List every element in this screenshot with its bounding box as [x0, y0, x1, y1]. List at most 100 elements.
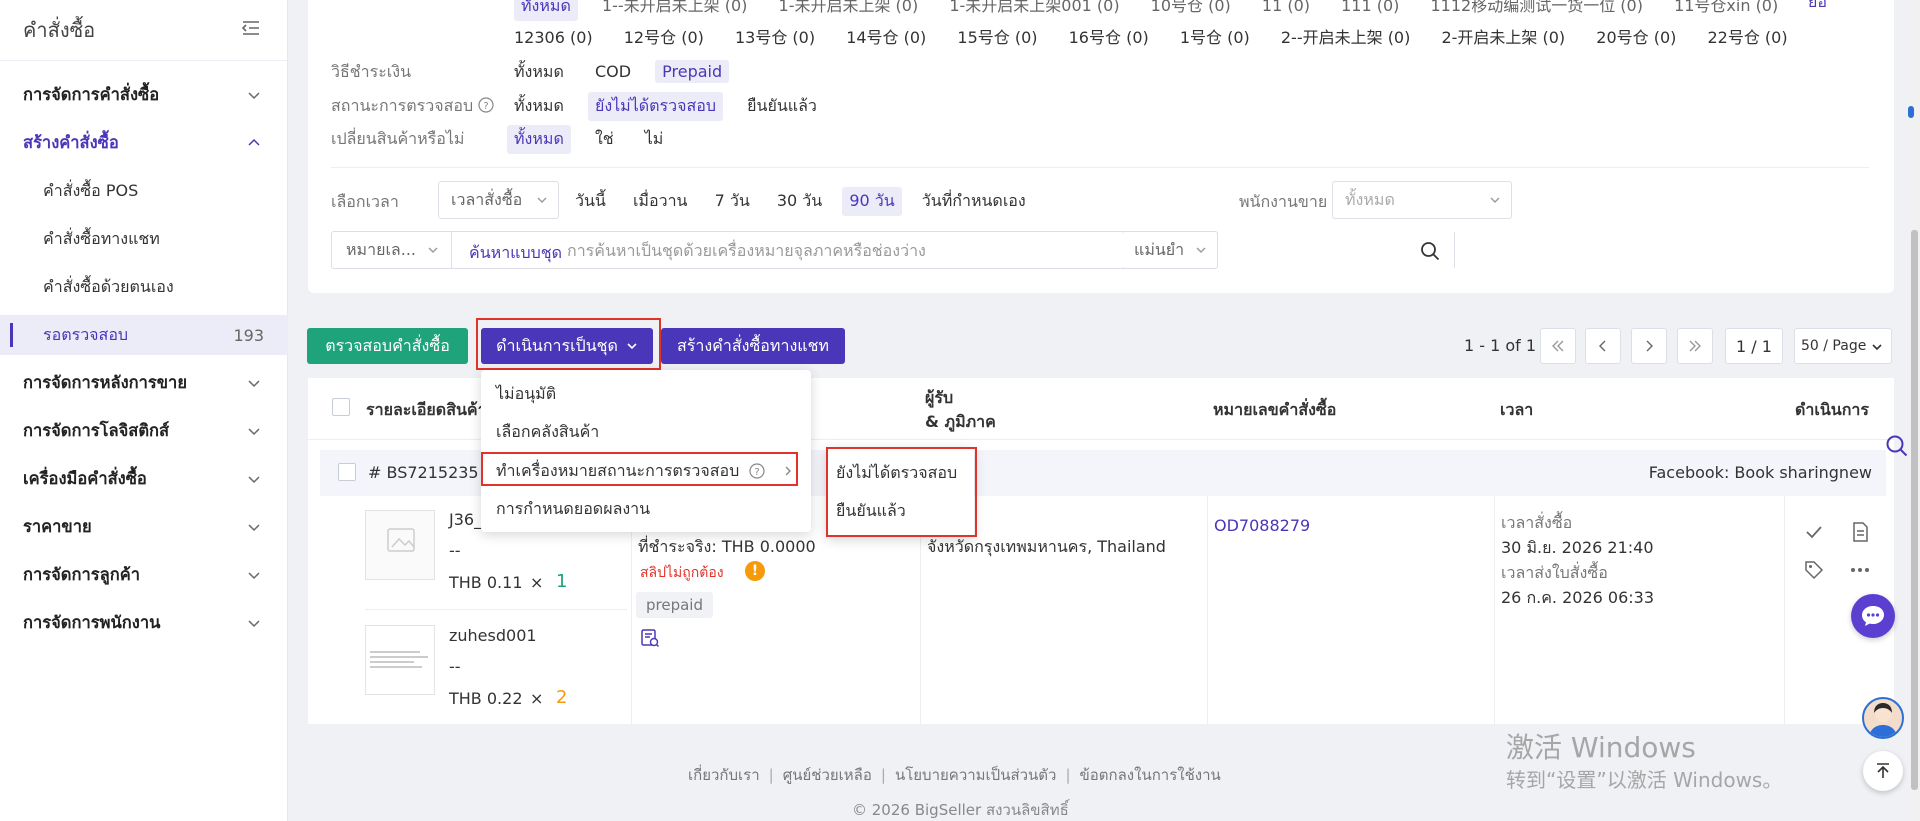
exchange-option-yes[interactable]: ใช่	[588, 125, 621, 154]
check-icon[interactable]	[1803, 521, 1825, 543]
sidebar-group-staff[interactable]: การจัดการพนักงาน	[0, 603, 288, 643]
sidebar-item-chat-order[interactable]: คำสั่งซื้อทางแชท	[0, 219, 288, 259]
sidebar-group-order-tools[interactable]: เครื่องมือคำสั่งซื้อ	[0, 459, 288, 499]
time-option-90-days[interactable]: 90 วัน	[842, 187, 902, 216]
warehouse-option[interactable]: 14号仓 (0)	[839, 22, 933, 50]
support-avatar[interactable]	[1862, 697, 1904, 739]
sidebar-group-label: สร้างคำสั่งซื้อ	[23, 133, 119, 152]
exchange-option-all[interactable]: ทั้งหมด	[507, 125, 571, 154]
warehouse-option[interactable]: 10号仓 (0)	[1144, 0, 1238, 18]
warehouse-option[interactable]: 1-未开启未上架001 (0)	[942, 0, 1126, 18]
prev-page-button[interactable]	[1585, 328, 1621, 364]
order-checkbox[interactable]	[338, 463, 356, 481]
footer-link-privacy[interactable]: นโยบายความเป็นส่วนตัว	[895, 766, 1057, 784]
product-image	[365, 625, 435, 695]
warehouse-option[interactable]: ทั้งหมด	[514, 0, 578, 21]
warehouse-option[interactable]: 15号仓 (0)	[950, 22, 1044, 50]
warehouse-option[interactable]: 12号仓 (0)	[617, 22, 711, 50]
footer-link-about[interactable]: เกี่ยวกับเรา	[688, 766, 760, 784]
time-option-today[interactable]: วันนี้	[568, 187, 613, 216]
warehouse-option[interactable]: 1--未开启未上架 (0)	[595, 0, 754, 18]
warehouse-option[interactable]: 111 (0)	[1334, 0, 1406, 17]
payment-option-prepaid[interactable]: Prepaid	[655, 60, 730, 83]
review-option-all[interactable]: ทั้งหมด	[507, 92, 571, 121]
warehouse-option[interactable]: 13号仓 (0)	[728, 22, 822, 50]
order-id[interactable]: # BS7215235	[368, 463, 479, 482]
payment-slip-icon[interactable]	[640, 628, 660, 648]
warehouse-option[interactable]: 11 (0)	[1255, 0, 1317, 17]
warehouse-option[interactable]: 16号仓 (0)	[1062, 22, 1156, 50]
submenu-item-unreviewed[interactable]: ยังไม่ได้ตรวจสอบ	[826, 454, 974, 492]
warehouse-option[interactable]: 22号仓 (0)	[1700, 22, 1794, 50]
time-option-30-days[interactable]: 30 วัน	[770, 187, 829, 216]
warehouse-option[interactable]: 20号仓 (0)	[1589, 22, 1683, 50]
time-option-yesterday[interactable]: เมื่อวาน	[626, 187, 695, 216]
order-time-value: 30 มิ.ย. 2026 21:40	[1501, 538, 1654, 557]
menu-item-reject[interactable]: ไม่อนุมัติ	[481, 375, 811, 413]
salesperson-select[interactable]: ทั้งหมด	[1332, 181, 1512, 219]
menu-item-select-warehouse[interactable]: เลือกคลังสินค้า	[481, 413, 811, 451]
help-icon[interactable]: ?	[478, 97, 494, 113]
warehouse-option[interactable]: 12306 (0)	[507, 26, 600, 49]
warehouse-option[interactable]: 1-未开启未上架 (0)	[772, 0, 926, 18]
review-option-confirmed[interactable]: ยืนยันแล้ว	[740, 92, 824, 121]
batch-search-mode[interactable]: ค้นหาแบบชุด	[469, 241, 562, 266]
paid-amount: ที่ชำระจริง: THB 0.0000	[638, 537, 816, 556]
sidebar-group-label: การจัดการลูกค้า	[23, 565, 141, 584]
warehouse-option[interactable]: 11号仓xin (0)	[1667, 0, 1785, 18]
windows-watermark-title: 激活 Windows	[1506, 731, 1696, 764]
page-size-select[interactable]: 50 / Page	[1794, 328, 1892, 364]
pending-count-badge: 193	[233, 325, 264, 345]
select-all-checkbox[interactable]	[332, 398, 350, 416]
scrollbar-thumb[interactable]	[1911, 230, 1918, 790]
warehouse-option[interactable]: 2-开启未上架 (0)	[1434, 22, 1572, 50]
document-icon[interactable]	[1849, 521, 1871, 543]
payment-option-cod[interactable]: COD	[588, 60, 638, 83]
sidebar-group-logistics[interactable]: การจัดการโลจิสติกส์	[0, 411, 288, 451]
warehouse-collapse-link[interactable]: ย่อ	[1808, 0, 1827, 15]
search-icon[interactable]	[1420, 241, 1440, 261]
sidebar-item-manual-order[interactable]: คำสั่งซื้อด้วยตนเอง	[0, 267, 288, 307]
exchange-option-no[interactable]: ไม่	[638, 125, 671, 154]
sidebar-group-order-management[interactable]: การจัดการคำสั่งซื้อ	[0, 75, 288, 115]
review-option-unreviewed[interactable]: ยังไม่ได้ตรวจสอบ	[587, 92, 724, 121]
search-icon[interactable]	[1885, 434, 1909, 458]
warehouse-option[interactable]: 1号仓 (0)	[1173, 22, 1257, 50]
footer-link-help[interactable]: ศูนย์ช่วยเหลือ	[783, 766, 872, 784]
sidebar-group-create-order[interactable]: สร้างคำสั่งซื้อ	[0, 123, 288, 163]
order-number-link[interactable]: OD7088279	[1214, 516, 1310, 535]
sidebar-group-after-sales[interactable]: การจัดการหลังการขาย	[0, 363, 288, 403]
create-chat-order-button[interactable]: สร้างคำสั่งซื้อทางแชท	[661, 328, 845, 364]
chat-bubble-button[interactable]	[1851, 594, 1895, 638]
chevron-down-icon	[248, 620, 260, 628]
payment-option-all[interactable]: ทั้งหมด	[507, 58, 571, 87]
menu-item-assign-performance[interactable]: การกำหนดยอดผลงาน	[481, 490, 811, 528]
menu-item-mark-review-status[interactable]: ทำเครื่องหมายสถานะการตรวจสอบ ?	[481, 452, 811, 490]
warehouse-option[interactable]: 2--开启未上架 (0)	[1274, 22, 1417, 50]
warning-icon[interactable]: !	[745, 561, 765, 581]
time-option-custom[interactable]: วันที่กำหนดเอง	[915, 187, 1033, 216]
search-field-select[interactable]: หมายเล...	[332, 232, 452, 268]
last-page-button[interactable]	[1677, 328, 1713, 364]
submenu-item-confirmed[interactable]: ยืนยันแล้ว	[826, 492, 974, 530]
sidebar-item-pending-review[interactable]: รอตรวจสอบ 193	[0, 315, 288, 355]
sidebar-group-customers[interactable]: การจัดการลูกค้า	[0, 555, 288, 595]
search-input[interactable]	[567, 234, 1107, 266]
batch-action-button[interactable]: ดำเนินการเป็นชุด	[481, 328, 653, 364]
back-to-top-button[interactable]	[1863, 751, 1903, 791]
tag-icon[interactable]	[1803, 559, 1825, 581]
salesperson-filter-label: พนักงานขาย	[1239, 192, 1328, 211]
sidebar-group-pricing[interactable]: ราคาขาย	[0, 507, 288, 547]
first-page-button[interactable]	[1540, 328, 1576, 364]
more-options-icon[interactable]	[1849, 559, 1871, 581]
warehouse-option[interactable]: 1112移动编测试一货一位 (0)	[1423, 0, 1649, 18]
match-mode-select[interactable]: แม่นยำ	[1122, 231, 1218, 269]
review-order-button[interactable]: ตรวจสอบคำสั่งซื้อ	[307, 328, 468, 364]
next-page-button[interactable]	[1631, 328, 1667, 364]
time-type-select[interactable]: เวลาสั่งซื้อ	[438, 181, 559, 219]
page-number-input[interactable]: 1 / 1	[1725, 328, 1783, 364]
sidebar-item-pos-order[interactable]: คำสั่งซื้อ POS	[0, 171, 288, 211]
footer-link-terms[interactable]: ข้อตกลงในการใช้งาน	[1080, 766, 1221, 784]
time-option-7-days[interactable]: 7 วัน	[708, 187, 757, 216]
collapse-menu-icon[interactable]	[242, 20, 260, 36]
